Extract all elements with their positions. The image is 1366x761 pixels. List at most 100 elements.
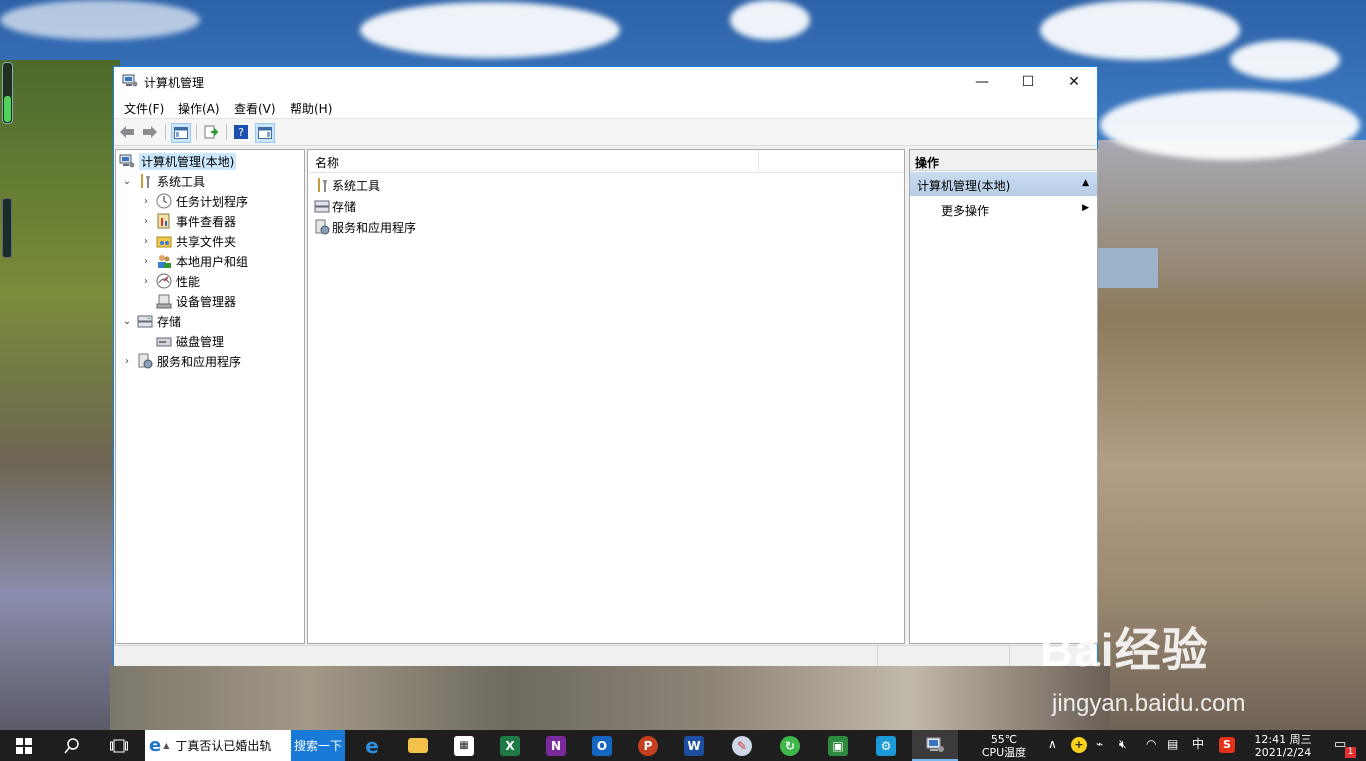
cpu-temperature-value: 55℃ [990,733,1018,746]
chevron-right-icon[interactable]: › [140,276,152,287]
computer-management-icon [122,74,138,87]
dropdown-triangle-icon[interactable]: ▲ [163,741,169,750]
onenote-icon[interactable]: N [536,730,576,761]
menu-bar: 文件(F) 操作(A) 查看(V) 帮助(H) [114,96,1097,118]
tools-icon [318,178,327,192]
ime-indicator[interactable]: 中 [1192,738,1204,751]
taskbar: e ▲ 丁真否认已婚出轨 搜索一下 e ▦ X N O P W ✎ ↻ ▣ ⚙ … [0,730,1366,761]
computer-management-icon [119,154,135,168]
action-group-label: 计算机管理(本地) [917,179,1011,193]
close-button[interactable]: ✕ [1051,67,1097,96]
show-hide-action-pane-icon[interactable] [255,123,275,143]
tree-item-event-viewer[interactable]: › 事件查看器 [140,211,236,231]
tree-item-system-tools[interactable]: ⌄ 系统工具 [121,171,205,191]
tree-label: 服务和应用程序 [157,354,242,369]
chevron-right-icon[interactable]: › [140,196,152,207]
chevron-right-icon[interactable]: › [121,356,133,367]
show-hide-console-tree-icon[interactable] [171,123,191,143]
edge-browser-icon[interactable]: e [352,730,392,761]
back-arrow-icon[interactable] [118,123,136,141]
title-bar[interactable]: 计算机管理 — ☐ ✕ [114,67,1097,96]
show-hidden-icons-chevron-icon[interactable]: ∧ [1048,738,1057,751]
window-title: 计算机管理 [144,76,205,90]
chevron-down-icon[interactable]: ⌄ [121,316,133,327]
menu-file[interactable]: 文件(F) [124,100,164,117]
tree-item-performance[interactable]: › 性能 [140,271,200,291]
list-item[interactable]: 存储 [314,196,356,216]
clock[interactable]: 12:41 周三 2021/2/24 [1248,733,1318,759]
column-header-name[interactable]: 名称 [315,154,339,171]
collapse-up-icon[interactable]: ▲ [1082,178,1089,188]
tree-label: 本地用户和组 [176,254,249,269]
web-search-input[interactable]: 丁真否认已婚出轨 [175,737,291,754]
export-list-icon[interactable] [202,123,220,141]
web-search-widget: e ▲ 丁真否认已婚出轨 搜索一下 [145,730,345,761]
shared-folder-icon [156,236,172,248]
baidu-jingyan-watermark: Bai经验 jingyan.baidu.com [1040,624,1246,717]
wifi-icon[interactable]: ◠ [1146,738,1156,751]
tree-item-storage[interactable]: ⌄ 存储 [121,311,181,331]
chevron-right-icon[interactable]: › [140,236,152,247]
maximize-button[interactable]: ☐ [1005,67,1051,96]
menu-view[interactable]: 查看(V) [234,100,276,117]
paint-icon[interactable]: ✎ [722,730,762,761]
more-actions-item[interactable]: 更多操作 [941,202,989,219]
status-bar [114,645,1097,666]
computer-management-taskbar-icon[interactable] [912,730,958,761]
file-explorer-icon[interactable] [398,730,438,761]
volume-muted-icon[interactable]: 🔇︎ [1119,738,1127,751]
chevron-right-icon[interactable]: › [140,256,152,267]
tree-label: 系统工具 [157,174,206,189]
search-icon[interactable] [52,730,92,761]
tree-label: 性能 [176,274,201,289]
start-windows-icon[interactable] [4,730,44,761]
microsoft-store-icon[interactable]: ▦ [444,730,484,761]
power-plug-icon[interactable]: ⌁ [1096,738,1103,751]
settings-gear-icon[interactable]: ⚙ [866,730,906,761]
tree-label: 事件查看器 [176,214,237,229]
excel-icon[interactable]: X [490,730,530,761]
word-icon[interactable]: W [674,730,714,761]
menu-action[interactable]: 操作(A) [178,100,220,117]
tree-item-shared-folders[interactable]: › 共享文件夹 [140,231,236,251]
console-tree-pane: 计算机管理(本地) ⌄ 系统工具 › 任务计划程序 › 事件查看器 › 共享文件… [115,149,305,644]
list-item[interactable]: 系统工具 [314,175,380,195]
tree-item-services-apps[interactable]: › 服务和应用程序 [121,351,241,371]
list-item[interactable]: 服务和应用程序 [314,217,416,237]
toolbar: ? [114,118,1097,146]
powerpoint-icon[interactable]: P [628,730,668,761]
tree-item-task-scheduler[interactable]: › 任务计划程序 [140,191,248,211]
tools-icon [141,174,150,188]
tree-item-device-manager[interactable]: 设备管理器 [156,291,236,311]
storage-icon [314,200,330,213]
tree-item-computer-management[interactable]: 计算机管理(本地) [119,151,237,171]
tree-label: 磁盘管理 [176,334,225,349]
forward-arrow-icon[interactable] [141,123,159,141]
message-icon[interactable]: ▤ [1167,738,1178,751]
disk-icon [156,337,172,347]
refresh-app-icon[interactable]: ↻ [770,730,810,761]
services-icon [138,353,153,369]
storage-icon [137,315,153,328]
cpu-temperature-widget[interactable]: 55℃ CPU温度 [976,733,1032,759]
action-group-computer-management[interactable]: 计算机管理(本地) ▲ [910,172,1097,196]
task-view-icon[interactable] [99,730,139,761]
green-app-icon[interactable]: ▣ [818,730,858,761]
sogou-input-icon[interactable]: S [1219,737,1235,753]
clock-time: 12:41 周三 [1254,733,1312,746]
chevron-right-icon[interactable]: › [140,216,152,227]
clock-date: 2021/2/24 [1254,746,1312,759]
list-header: 名称 [308,150,904,173]
outlook-icon[interactable]: O [582,730,622,761]
tree-item-disk-management[interactable]: 磁盘管理 [156,331,224,351]
web-search-button[interactable]: 搜索一下 [291,730,345,761]
minimize-button[interactable]: — [959,67,1005,96]
results-pane: 名称 系统工具 存储 服务和应用程序 [307,149,905,644]
tree-label: 存储 [157,314,182,329]
help-icon[interactable]: ? [232,123,250,141]
plus-tray-icon[interactable]: + [1071,737,1087,753]
chevron-down-icon[interactable]: ⌄ [121,176,133,187]
ie-icon: e [149,735,162,756]
menu-help[interactable]: 帮助(H) [290,100,332,117]
tree-item-local-users[interactable]: › 本地用户和组 [140,251,248,271]
